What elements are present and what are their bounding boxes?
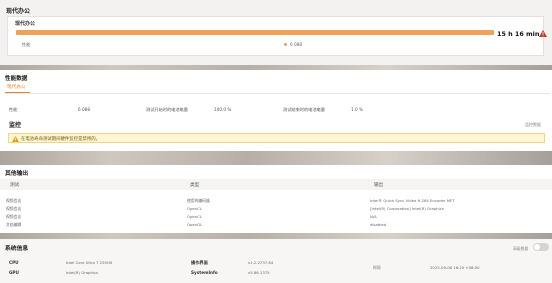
- os-value: v2.2.2737.64: [248, 260, 274, 265]
- divider: [5, 93, 550, 94]
- table-cell: N/A: [370, 214, 377, 219]
- monitor-disabled-alert: 在电池寿命测试期间硬件监控是禁用的。: [8, 133, 545, 143]
- gpu-label: GPU: [9, 270, 19, 275]
- table-cell: OpenGL: [187, 222, 203, 227]
- cpu-label: CPU: [9, 260, 19, 265]
- score-dot-icon: [284, 43, 287, 46]
- advanced-data-label: 高级数据: [513, 246, 529, 251]
- tab-modern-office[interactable]: 现代办公: [7, 84, 25, 90]
- os-label: 操作界面: [191, 260, 208, 265]
- table-cell: OpenCL: [187, 214, 202, 219]
- time-value: 2025-09-06 16:20 +08:00: [430, 265, 480, 270]
- systeminfo-value: v5.86.1375: [248, 270, 270, 275]
- section-title: 性能数据: [5, 76, 28, 82]
- warning-icon[interactable]: [539, 30, 547, 37]
- column-header-test: 测试: [10, 183, 20, 188]
- systeminfo-label: SystemInfo: [191, 270, 218, 275]
- battery-start-value: 100.0 %: [214, 107, 232, 112]
- other-output-section: 其他输出 测试 类型 输出 视频会议 使用的编码器 Intel® Quick S…: [0, 165, 552, 233]
- gpu-value: Intel(R) Graphics: [66, 270, 98, 275]
- score-label: 性能: [22, 42, 31, 47]
- table-cell: Intel® Quick Sync Video H.264 Encoder MF…: [370, 198, 455, 203]
- perf-score-value: 6 088: [78, 107, 90, 112]
- column-header-type: 类型: [190, 183, 200, 188]
- time-label: 时间: [373, 265, 381, 270]
- section-title: 现代办公: [6, 8, 31, 15]
- workload-section: 现代办公 现代办公 性能 6 088 15 h 16 min: [0, 0, 552, 65]
- table-header: [0, 179, 552, 190]
- warning-icon: [12, 135, 19, 142]
- section-title: 系统信息: [5, 246, 29, 252]
- performance-section: 性能数据 现代办公 性能 6 088 测试开始时的电池电量 100.0 % 测试…: [0, 70, 552, 151]
- table-cell: 使用的编码器: [187, 198, 210, 203]
- battery-end-label: 测试结束时的电池电量: [283, 107, 325, 112]
- monitor-title: 监控: [9, 122, 22, 129]
- table-cell: OpenCL: [187, 206, 202, 211]
- perf-score-label: 性能: [9, 107, 18, 112]
- battery-end-value: 1.0 %: [351, 107, 363, 112]
- background-divider: [0, 151, 552, 165]
- table-cell: 视频会议: [6, 198, 22, 203]
- advanced-data-toggle[interactable]: [533, 243, 549, 251]
- card-title: 现代办公: [15, 21, 36, 27]
- column-header-output: 输出: [374, 183, 384, 188]
- battery-progress-bar: [16, 30, 494, 35]
- battery-start-label: 测试开始时的电池电量: [146, 107, 188, 112]
- table-cell: 视频会议: [6, 206, 22, 211]
- alert-text: 在电池寿命测试期间硬件监控是禁用的。: [21, 137, 101, 142]
- cpu-value: Intel Core Ultra 7 255HX: [66, 260, 113, 265]
- monitor-data-link[interactable]: 监控数据: [525, 122, 541, 128]
- section-title: 其他输出: [5, 171, 29, 177]
- score-value: 6 088: [290, 42, 302, 47]
- table-cell: 视频会议: [6, 214, 22, 219]
- workload-card[interactable]: 现代办公 性能 6 088 15 h 16 min: [7, 16, 547, 56]
- table-cell: 文档编辑: [6, 222, 22, 227]
- battery-duration: 15 h 16 min: [497, 30, 540, 38]
- table-cell: [Intel(R) Corporation] Intel(R) Graphics: [370, 206, 444, 211]
- system-info-section: 系统信息 高级数据 CPU Intel Core Ultra 7 255HX G…: [0, 239, 552, 283]
- table-cell: disabled: [370, 222, 386, 227]
